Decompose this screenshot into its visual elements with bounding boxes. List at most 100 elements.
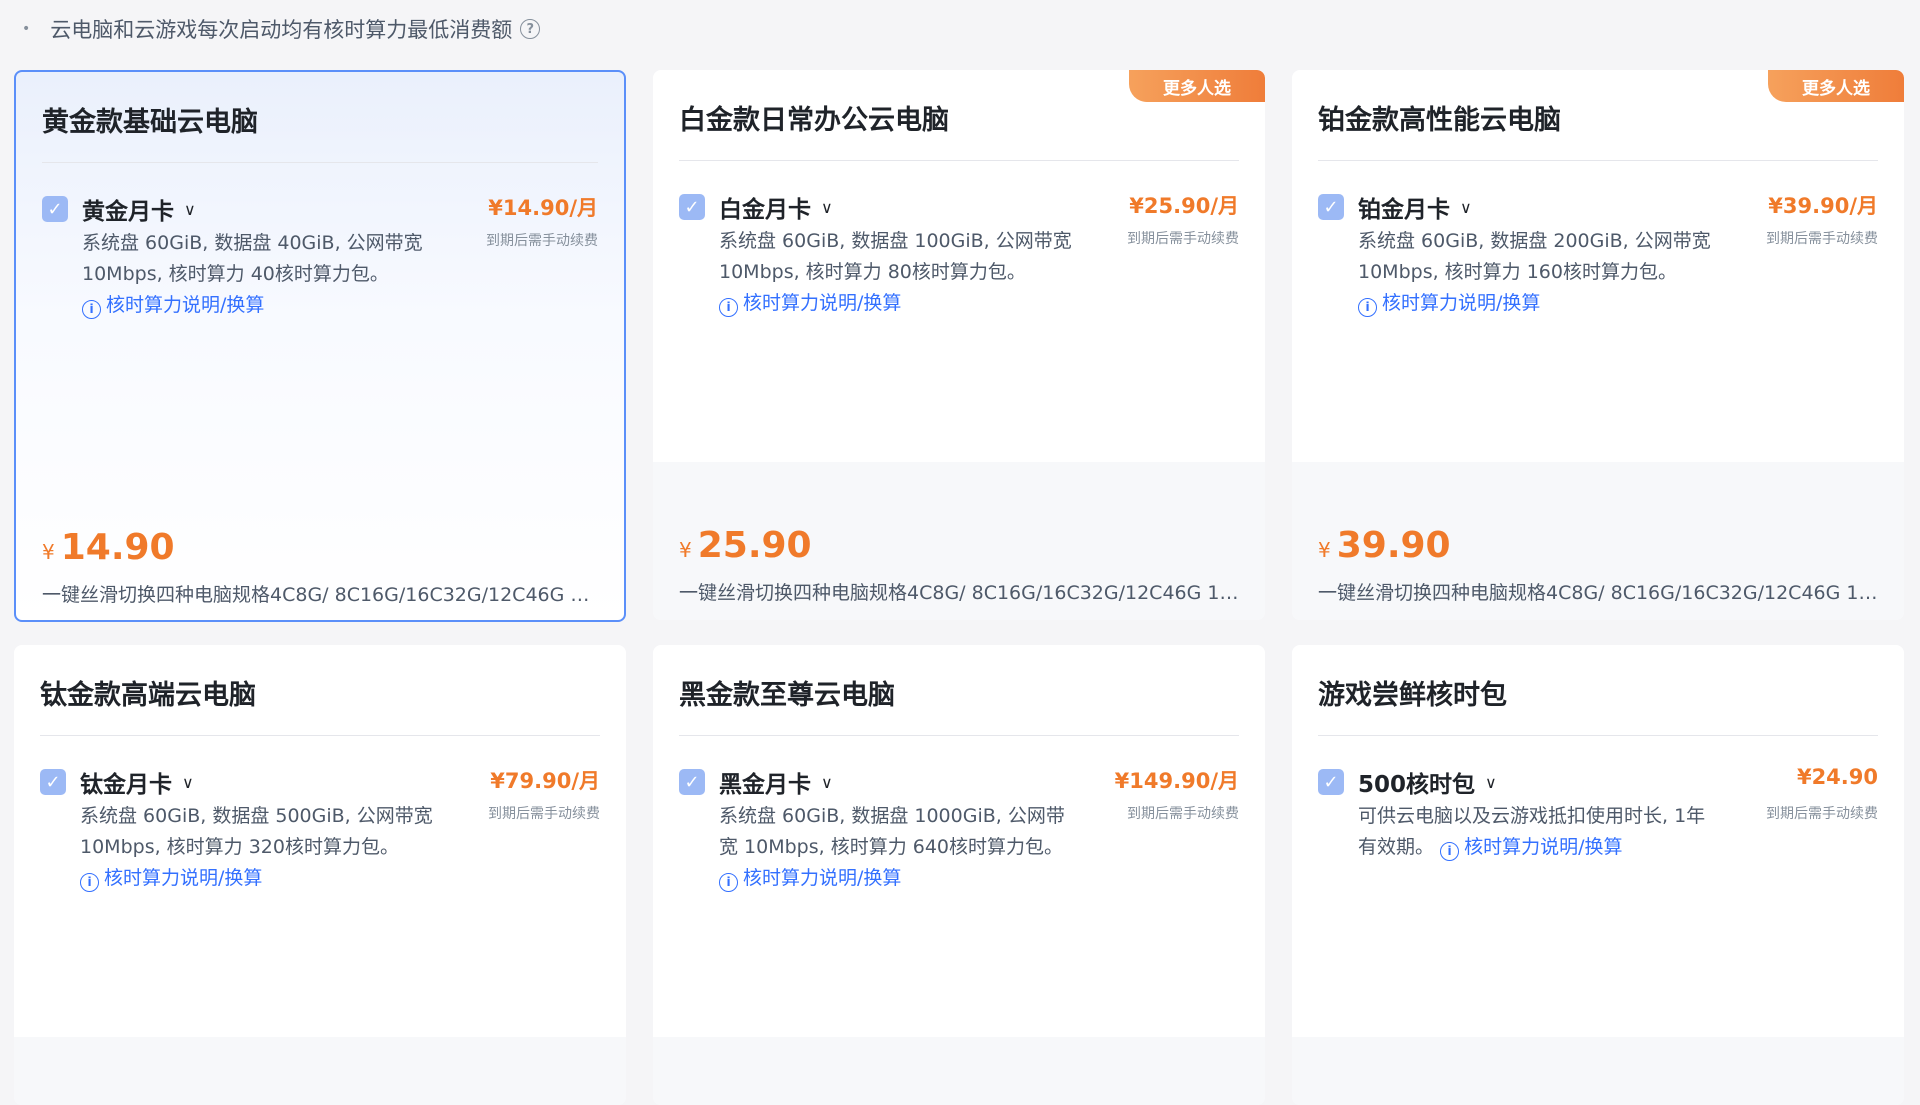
price-tag: ¥25.90/月 — [1129, 194, 1239, 218]
plan-select[interactable]: 钛金月卡 ∨ — [80, 765, 194, 799]
description-text: 系统盘 60GiB, 数据盘 100GiB, 公网带宽 10Mbps, 核时算力… — [719, 230, 1072, 283]
link-label: 核时算力说明/换算 — [1464, 836, 1623, 858]
price-tag: ¥24.90 — [1796, 765, 1878, 789]
chevron-down-icon: ∨ — [821, 197, 833, 217]
card-title: 铂金款高性能云电脑 — [1318, 105, 1561, 136]
notice-text: 云电脑和云游戏每次启动均有核时算力最低消费额 — [50, 18, 513, 42]
chevron-down-icon: ∨ — [184, 199, 196, 219]
divider — [679, 735, 1239, 736]
compute-info-link[interactable]: i 核时算力说明/换算 — [1440, 836, 1623, 861]
info-icon: i — [80, 873, 99, 892]
divider — [1318, 160, 1878, 161]
description-text: 系统盘 60GiB, 数据盘 500GiB, 公网带宽 10Mbps, 核时算力… — [80, 805, 433, 858]
plan-select[interactable]: 铂金月卡 ∨ — [1358, 190, 1472, 224]
plan-grid: 黄金款基础云电脑 ✓ 黄金月卡 ∨ ¥14.90/月 到期后需手动续费 系统盘 6… — [14, 70, 1910, 1105]
plan-description: 系统盘 60GiB, 数据盘 200GiB, 公网带宽 10Mbps, 核时算力… — [1358, 226, 1718, 319]
amount-value: 39.90 — [1336, 525, 1451, 566]
plan-card-platinum-pro[interactable]: 更多人选 铂金款高性能云电脑 ✓ 铂金月卡 ∨ ¥39.90/月 到期后需手动续费… — [1292, 70, 1904, 620]
plan-label: 白金月卡 — [719, 197, 811, 223]
plan-label: 黑金月卡 — [719, 772, 811, 798]
plan-description: 系统盘 60GiB, 数据盘 1000GiB, 公网带宽 10Mbps, 核时算… — [719, 801, 1079, 894]
plan-select[interactable]: 黄金月卡 ∨ — [82, 192, 196, 226]
plan-card-game-trial[interactable]: 游戏尝鲜核时包 ✓ 500核时包 ∨ ¥24.90 到期后需手动续费 可供云电脑以… — [1292, 645, 1904, 1105]
price-amount: ¥25.90 — [679, 525, 812, 566]
question-circle-icon[interactable]: ? — [520, 19, 541, 39]
link-label: 核时算力说明/换算 — [743, 292, 902, 314]
card-footer — [653, 1037, 1265, 1105]
plan-description: 系统盘 60GiB, 数据盘 40GiB, 公网带宽 10Mbps, 核时算力 … — [82, 228, 442, 321]
checkbox[interactable]: ✓ — [42, 196, 68, 222]
divider — [1318, 735, 1878, 736]
price-tag: ¥149.90/月 — [1114, 769, 1239, 793]
link-label: 核时算力说明/换算 — [743, 867, 902, 889]
description-text: 系统盘 60GiB, 数据盘 40GiB, 公网带宽 10Mbps, 核时算力 … — [82, 232, 423, 285]
plan-label: 500核时包 — [1358, 772, 1476, 798]
divider — [679, 160, 1239, 161]
plan-select[interactable]: 黑金月卡 ∨ — [719, 765, 833, 799]
info-icon: i — [1440, 842, 1460, 861]
card-title: 钛金款高端云电脑 — [40, 680, 256, 711]
price-amount: ¥39.90 — [1318, 525, 1451, 566]
info-icon: i — [719, 298, 738, 317]
renew-note: 到期后需手动续费 — [1766, 231, 1878, 247]
link-label: 核时算力说明/换算 — [106, 294, 265, 316]
price-amount: ¥14.90 — [42, 527, 175, 568]
compute-info-link[interactable]: i 核时算力说明/换算 — [82, 294, 265, 319]
chevron-down-icon: ∨ — [821, 772, 833, 792]
renew-note: 到期后需手动续费 — [1766, 806, 1878, 822]
compute-info-link[interactable]: i 核时算力说明/换算 — [80, 867, 263, 892]
card-footer — [1292, 1037, 1904, 1105]
description-text: 系统盘 60GiB, 数据盘 200GiB, 公网带宽 10Mbps, 核时算力… — [1358, 230, 1711, 283]
link-label: 核时算力说明/换算 — [1382, 292, 1541, 314]
plan-select[interactable]: 500核时包 ∨ — [1358, 765, 1497, 799]
description-text: 系统盘 60GiB, 数据盘 1000GiB, 公网带宽 10Mbps, 核时算… — [719, 805, 1065, 858]
plan-card-gold[interactable]: 黄金款基础云电脑 ✓ 黄金月卡 ∨ ¥14.90/月 到期后需手动续费 系统盘 6… — [14, 70, 626, 622]
checkbox[interactable]: ✓ — [679, 769, 705, 795]
card-title: 白金款日常办公云电脑 — [679, 105, 949, 136]
plan-description: 系统盘 60GiB, 数据盘 100GiB, 公网带宽 10Mbps, 核时算力… — [719, 226, 1079, 319]
plan-select[interactable]: 白金月卡 ∨ — [719, 190, 833, 224]
renew-note: 到期后需手动续费 — [1127, 806, 1239, 822]
renew-note: 到期后需手动续费 — [486, 233, 598, 249]
checkbox[interactable]: ✓ — [1318, 194, 1344, 220]
spec-text: 一键丝滑切换四种电脑规格4C8G/ 8C16G/16C32G/12C46G 1… — [1318, 582, 1878, 604]
currency-symbol: ¥ — [1318, 538, 1331, 562]
chevron-down-icon: ∨ — [182, 772, 194, 792]
plan-label: 黄金月卡 — [82, 199, 174, 225]
link-label: 核时算力说明/换算 — [104, 867, 263, 889]
notice-bar: • 云电脑和云游戏每次启动均有核时算力最低消费额 ? — [22, 14, 541, 44]
plan-description: 可供云电脑以及云游戏抵扣使用时长, 1年有效期。 i 核时算力说明/换算 — [1358, 801, 1718, 863]
info-icon: i — [1358, 298, 1377, 317]
checkbox[interactable]: ✓ — [1318, 769, 1344, 795]
checkbox[interactable]: ✓ — [679, 194, 705, 220]
chevron-down-icon: ∨ — [1485, 772, 1497, 792]
currency-symbol: ¥ — [679, 538, 692, 562]
compute-info-link[interactable]: i 核时算力说明/换算 — [719, 867, 902, 892]
checkbox[interactable]: ✓ — [40, 769, 66, 795]
popular-badge: 更多人选 — [1129, 70, 1265, 102]
compute-info-link[interactable]: i 核时算力说明/换算 — [719, 292, 902, 317]
plan-card-titanium[interactable]: 钛金款高端云电脑 ✓ 钛金月卡 ∨ ¥79.90/月 到期后需手动续费 系统盘 6… — [14, 645, 626, 1105]
plan-card-black-gold[interactable]: 黑金款至尊云电脑 ✓ 黑金月卡 ∨ ¥149.90/月 到期后需手动续费 系统盘 … — [653, 645, 1265, 1105]
plan-card-platinum[interactable]: 更多人选 白金款日常办公云电脑 ✓ 白金月卡 ∨ ¥25.90/月 到期后需手动续… — [653, 70, 1265, 620]
info-icon: i — [719, 873, 738, 892]
plan-description: 系统盘 60GiB, 数据盘 500GiB, 公网带宽 10Mbps, 核时算力… — [80, 801, 440, 894]
divider — [40, 735, 600, 736]
card-footer — [14, 1037, 626, 1105]
spec-text: 一键丝滑切换四种电脑规格4C8G/ 8C16G/16C32G/12C46G 1… — [679, 582, 1239, 604]
plan-label: 铂金月卡 — [1358, 197, 1450, 223]
info-icon: i — [82, 300, 101, 319]
card-title: 游戏尝鲜核时包 — [1318, 680, 1507, 711]
currency-symbol: ¥ — [42, 540, 55, 564]
amount-value: 14.90 — [60, 527, 175, 568]
popular-badge: 更多人选 — [1768, 70, 1904, 102]
renew-note: 到期后需手动续费 — [1127, 231, 1239, 247]
renew-note: 到期后需手动续费 — [488, 806, 600, 822]
chevron-down-icon: ∨ — [1460, 197, 1472, 217]
plan-label: 钛金月卡 — [80, 772, 172, 798]
price-tag: ¥39.90/月 — [1768, 194, 1878, 218]
compute-info-link[interactable]: i 核时算力说明/换算 — [1358, 292, 1541, 317]
bullet: • — [22, 21, 31, 37]
price-tag: ¥14.90/月 — [488, 196, 598, 220]
amount-value: 25.90 — [697, 525, 812, 566]
